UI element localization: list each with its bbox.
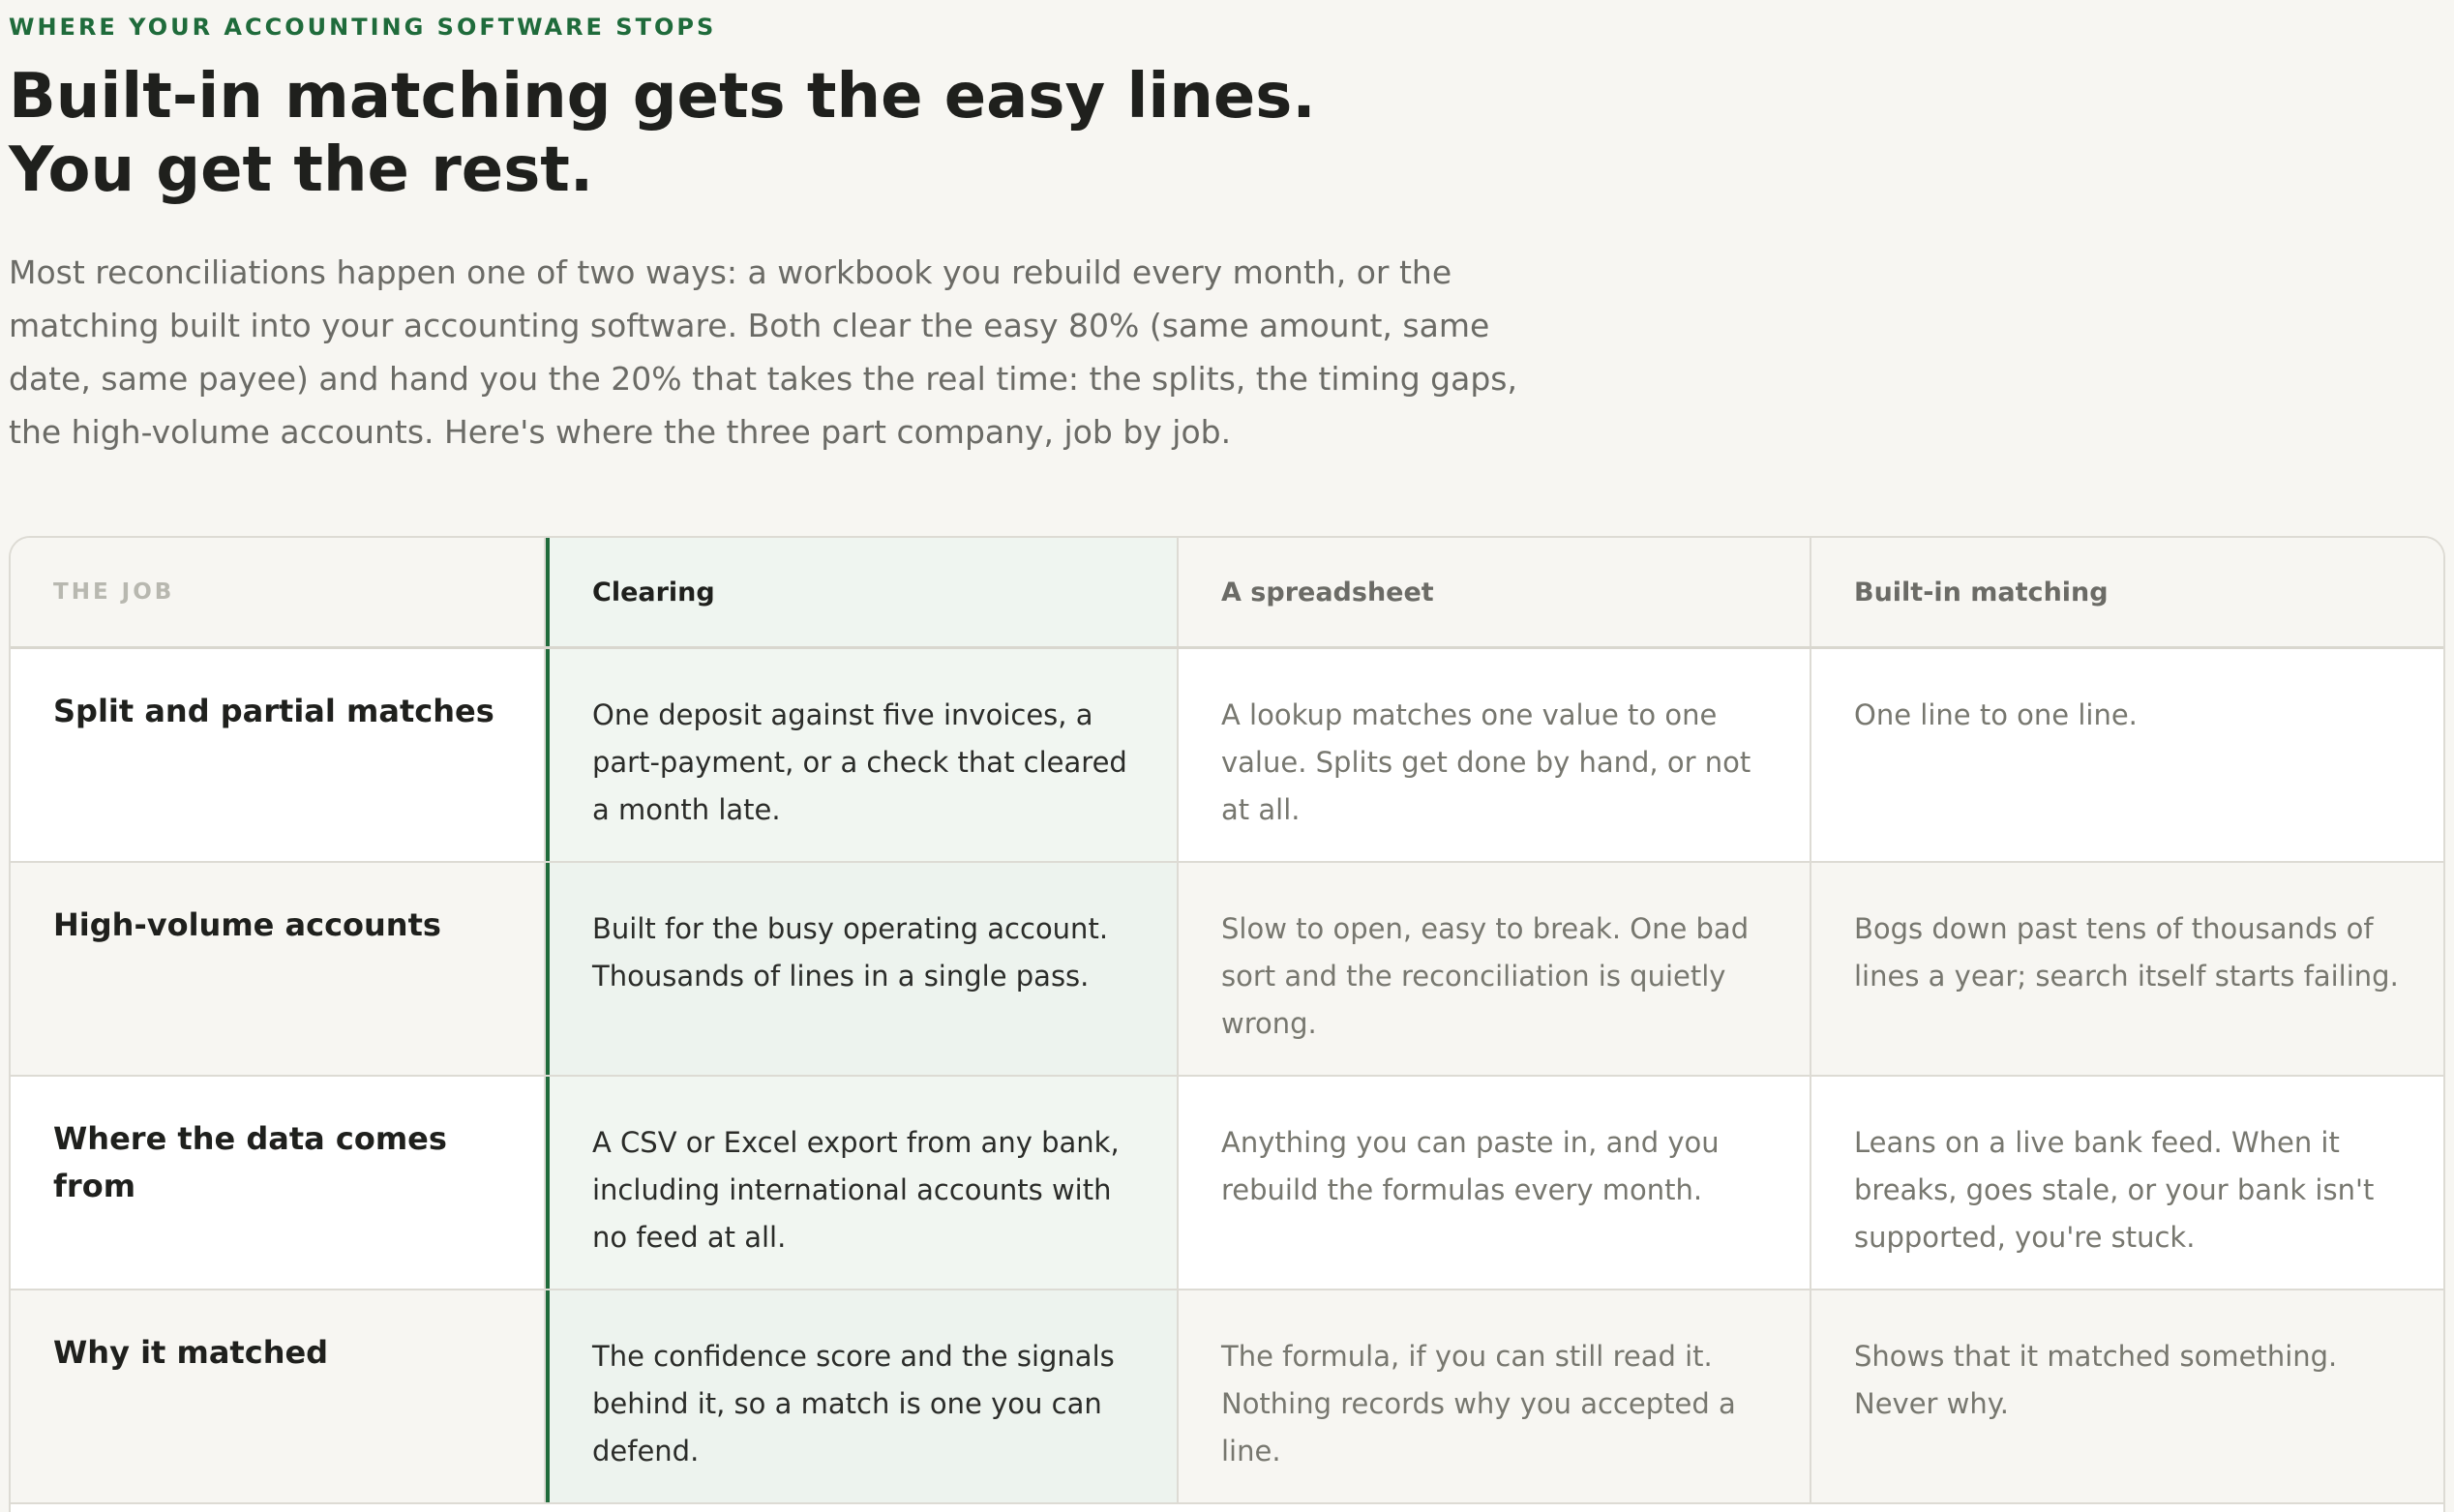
spreadsheet-cell: The formula, if you can still read it. N…: [1179, 1290, 1811, 1502]
spreadsheet-cell: A lookup matches one value to one value.…: [1179, 649, 1811, 861]
intro-paragraph: Most reconciliations happen one of two w…: [9, 253, 1517, 451]
header-clearing: Clearing: [546, 538, 1179, 646]
table-row: Split and partial matches One deposit ag…: [11, 649, 2443, 863]
header-the-job: THE JOB: [11, 538, 546, 646]
job-label: High-volume accounts: [11, 863, 546, 1075]
page-title: Built-in matching gets the easy lines. Y…: [9, 61, 1316, 206]
job-label: Split and partial matches: [11, 649, 546, 861]
built-in-matching-cell: Shows that it matched something. Never w…: [1854, 1340, 2338, 1420]
header-spreadsheet: A spreadsheet: [1179, 538, 1811, 646]
built-in-matching-cell: Bogs down past tens of thousands of line…: [1854, 912, 2399, 993]
clearing-cell: The confidence score and the signals beh…: [546, 1290, 1179, 1502]
spreadsheet-cell: Slow to open, easy to break. One bad sor…: [1179, 863, 1811, 1075]
clearing-cell: Built for the busy operating account. Th…: [546, 863, 1179, 1075]
table-row: Where the data comes from A CSV or Excel…: [11, 1077, 2443, 1290]
table-row: High-volume accounts Built for the busy …: [11, 863, 2443, 1077]
comparison-table: THE JOB Clearing A spreadsheet Built-in …: [9, 536, 2445, 1512]
job-label: Why it matched: [11, 1290, 546, 1502]
page: WHERE YOUR ACCOUNTING SOFTWARE STOPS Bui…: [0, 0, 2454, 1512]
table-row: Why it matched The confidence score and …: [11, 1290, 2443, 1504]
header-built-in-matching: Built-in matching: [1854, 577, 2109, 608]
built-in-matching-cell: Leans on a live bank feed. When it break…: [1854, 1126, 2375, 1254]
section-eyebrow: WHERE YOUR ACCOUNTING SOFTWARE STOPS: [9, 14, 717, 41]
clearing-cell: One deposit against five invoices, a par…: [546, 649, 1179, 861]
job-label: Where the data comes from: [11, 1077, 546, 1289]
clearing-cell: A CSV or Excel export from any bank, inc…: [546, 1077, 1179, 1289]
table-header-row: THE JOB Clearing A spreadsheet Built-in …: [11, 538, 2443, 649]
built-in-matching-cell: One line to one line.: [1854, 698, 2138, 731]
spreadsheet-cell: Anything you can paste in, and you rebui…: [1179, 1077, 1811, 1289]
